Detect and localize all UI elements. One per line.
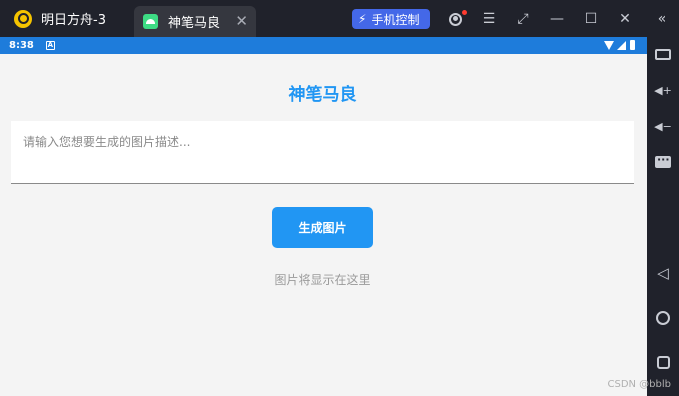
menu-icon[interactable]: ☰ <box>479 9 499 29</box>
crop-icon[interactable]: ⤢ <box>513 9 533 29</box>
description-placeholder: 请输入您想要生成的图片描述... <box>23 135 191 149</box>
status-badge: A <box>45 41 55 50</box>
more-icon[interactable] <box>653 152 673 172</box>
battery-icon <box>630 40 635 50</box>
image-placeholder-text: 图片将显示在这里 <box>274 273 371 287</box>
collapse-sidebar-icon[interactable]: « <box>652 9 672 29</box>
volume-down-icon[interactable]: ◀− <box>653 116 673 136</box>
emulator-logo-icon <box>14 9 32 28</box>
back-icon[interactable]: ◁ <box>653 263 673 283</box>
emulator-title-bar: 明日方舟-3 神笔马良 ✕ ⚡ 手机控制 ☰ ⤢ — ☐ ✕ <box>0 0 647 37</box>
recent-apps-icon[interactable] <box>653 352 673 372</box>
lightning-icon: ⚡ <box>358 12 367 26</box>
status-time: 8:38 <box>9 40 34 51</box>
description-input[interactable]: 请输入您想要生成的图片描述... <box>11 121 634 184</box>
close-icon[interactable]: ✕ <box>615 9 635 29</box>
keyboard-icon[interactable] <box>653 44 673 64</box>
signal-icon <box>617 40 626 50</box>
tab-label: 神笔马良 <box>168 16 221 31</box>
status-bar: 8:38 A <box>0 37 647 54</box>
phone-control-button[interactable]: ⚡ 手机控制 <box>352 9 430 29</box>
tab-label: 明日方舟-3 <box>41 13 106 28</box>
tab-arknights[interactable]: 明日方舟-3 <box>0 0 134 37</box>
tab-shenbi-maliang[interactable]: 神笔马良 ✕ <box>134 6 256 37</box>
page-title: 神笔马良 <box>288 85 357 105</box>
android-screen: 8:38 A 神笔马良 请输入您想要生成的图片描述... 生成图片 图片将显示在… <box>0 37 647 396</box>
generate-image-button[interactable]: 生成图片 <box>272 207 373 248</box>
notification-dot <box>462 10 467 15</box>
phone-control-label: 手机控制 <box>371 12 420 27</box>
emulator-sidebar: ◀+ ◀− ◁ <box>647 37 679 396</box>
watermark: CSDN @bblb <box>607 379 671 390</box>
wifi-icon <box>604 40 614 50</box>
volume-up-icon[interactable]: ◀+ <box>653 80 673 100</box>
home-icon[interactable] <box>653 308 673 328</box>
minimize-icon[interactable]: — <box>547 9 567 29</box>
tab-close-icon[interactable]: ✕ <box>235 12 248 30</box>
android-icon <box>143 14 158 29</box>
maximize-icon[interactable]: ☐ <box>581 9 601 29</box>
